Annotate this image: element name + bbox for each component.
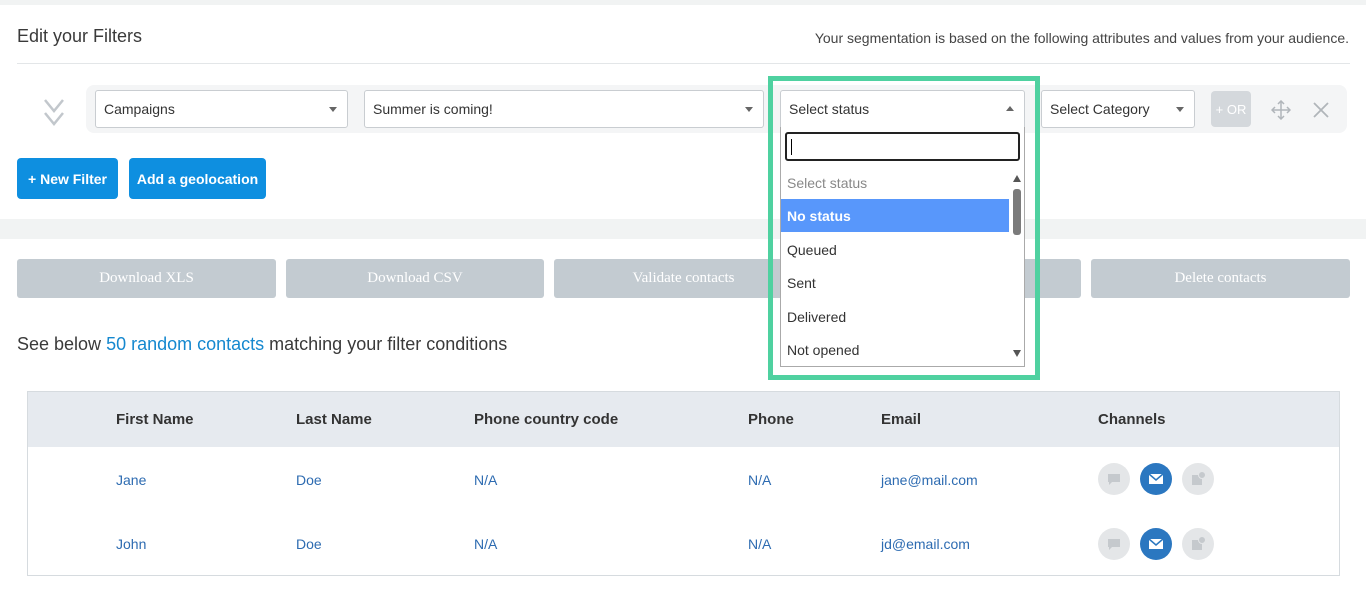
filter-type-select[interactable]: Campaigns <box>95 90 348 128</box>
cell-email: jane@mail.com <box>881 472 978 488</box>
download-xls-button[interactable]: Download XLS <box>17 259 276 298</box>
filter-type-value: Campaigns <box>104 101 175 117</box>
close-icon[interactable] <box>1310 99 1332 121</box>
category-value: Select Category <box>1050 101 1150 117</box>
header-first-name[interactable]: First Name <box>116 411 194 428</box>
caret-down-icon <box>329 107 337 112</box>
add-geolocation-button[interactable]: Add a geolocation <box>129 158 266 199</box>
cell-first-name: Jane <box>116 472 147 488</box>
push-notification-icon[interactable] <box>1182 463 1214 495</box>
chat-bubble-icon[interactable] <box>1098 528 1130 560</box>
cell-last-name: Doe <box>296 472 322 488</box>
double-chevron-down-icon[interactable] <box>42 98 66 128</box>
header-email[interactable]: Email <box>881 411 921 428</box>
page-title: Edit your Filters <box>17 26 143 46</box>
download-csv-button[interactable]: Download CSV <box>286 259 544 298</box>
move-arrows-icon[interactable] <box>1270 99 1292 121</box>
envelope-icon[interactable] <box>1140 463 1172 495</box>
cell-last-name: Doe <box>296 536 322 552</box>
page-subtitle: Your segmentation is based on the follow… <box>814 30 1349 46</box>
random-contacts-link[interactable]: 50 random contacts <box>106 334 264 354</box>
chat-bubble-icon[interactable] <box>1098 463 1130 495</box>
push-notification-icon[interactable] <box>1182 528 1214 560</box>
delete-contacts-button[interactable]: Delete contacts <box>1091 259 1350 298</box>
cell-phone: N/A <box>748 536 772 552</box>
header-last-name[interactable]: Last Name <box>296 411 372 428</box>
caret-down-icon <box>745 107 753 112</box>
cell-phone: N/A <box>748 472 772 488</box>
cell-phone-code: N/A <box>474 536 498 552</box>
cell-email: jd@email.com <box>881 536 970 552</box>
contacts-table: First Name Last Name Phone country code … <box>27 391 1340 576</box>
cell-first-name: John <box>116 536 147 552</box>
table-header: First Name Last Name Phone country code … <box>28 392 1339 447</box>
envelope-icon[interactable] <box>1140 528 1172 560</box>
highlight-frame <box>768 76 1040 380</box>
campaign-value: Summer is coming! <box>373 101 493 117</box>
summary-suffix: matching your filter conditions <box>264 334 508 354</box>
campaign-select[interactable]: Summer is coming! <box>364 90 764 128</box>
header-channels: Channels <box>1098 411 1166 428</box>
cell-phone-code: N/A <box>474 472 498 488</box>
caret-down-icon <box>1176 107 1184 112</box>
summary-prefix: See below <box>17 334 107 354</box>
results-summary: See below 50 random contacts matching yo… <box>17 334 507 355</box>
header-phone-country-code[interactable]: Phone country code <box>474 411 618 428</box>
add-or-button[interactable]: + OR <box>1211 91 1251 127</box>
divider <box>17 63 1350 64</box>
header-phone[interactable]: Phone <box>748 411 794 428</box>
new-filter-button[interactable]: + New Filter <box>17 158 118 199</box>
category-select[interactable]: Select Category <box>1041 90 1195 128</box>
